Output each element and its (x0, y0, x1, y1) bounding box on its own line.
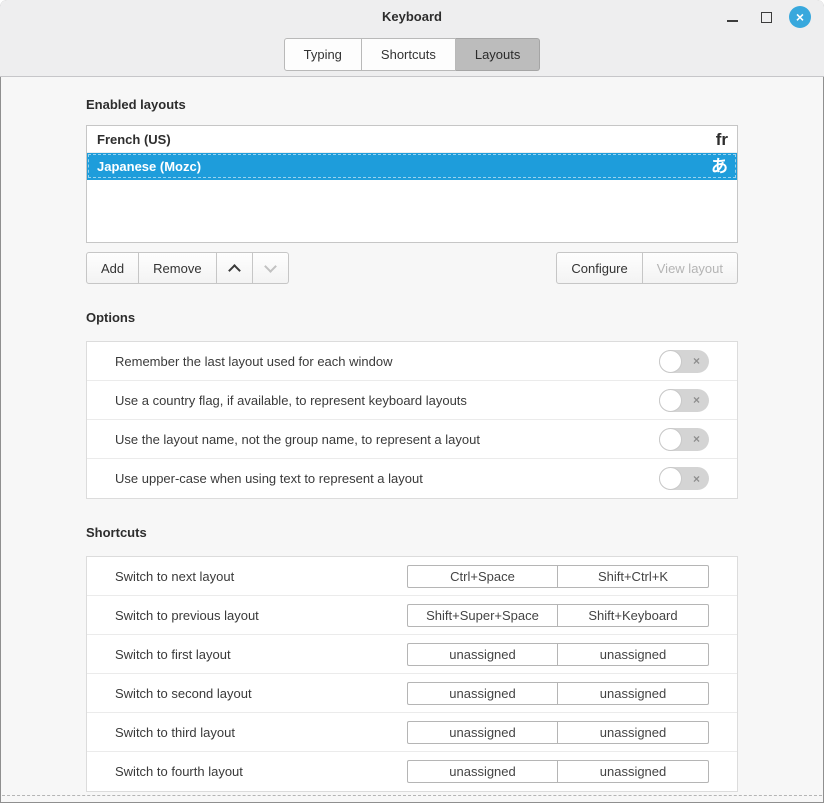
view-layout-button[interactable]: View layout (643, 252, 738, 284)
layouts-page: Enabled layouts French (US) fr Japanese … (0, 77, 824, 792)
layout-list-toolbar: Add Remove Configure View layout (86, 252, 738, 284)
shortcut-label: Switch to previous layout (115, 608, 259, 623)
toggle-country-flag[interactable]: × (659, 389, 709, 412)
keybinding-button-2[interactable]: unassigned (558, 682, 709, 705)
titlebar[interactable]: Keyboard × (0, 0, 824, 33)
keybinding-pair: unassigned unassigned (407, 643, 709, 666)
toggle-off-icon: × (693, 433, 700, 445)
shortcut-row-second-layout: Switch to second layout unassigned unass… (87, 674, 737, 713)
toggle-off-icon: × (693, 394, 700, 406)
option-label: Use the layout name, not the group name,… (115, 432, 480, 447)
shortcuts-heading: Shortcuts (86, 525, 738, 543)
shortcut-row-third-layout: Switch to third layout unassigned unassi… (87, 713, 737, 752)
option-row-country-flag: Use a country flag, if available, to rep… (87, 381, 737, 420)
layout-name: French (US) (97, 132, 171, 147)
minimize-button[interactable] (720, 5, 744, 29)
toggle-remember-layout[interactable]: × (659, 350, 709, 373)
chevron-up-icon (228, 264, 241, 277)
bottom-dashed-border (2, 795, 822, 796)
tab-layouts[interactable]: Layouts (456, 38, 541, 71)
tab-shortcuts[interactable]: Shortcuts (362, 38, 456, 71)
option-label: Use a country flag, if available, to rep… (115, 393, 467, 408)
option-row-layout-name: Use the layout name, not the group name,… (87, 420, 737, 459)
layout-row-french[interactable]: French (US) fr (87, 126, 737, 153)
keybinding-pair: unassigned unassigned (407, 682, 709, 705)
layout-indicator-icon: fr (716, 131, 728, 148)
keybinding-button-1[interactable]: unassigned (407, 643, 558, 666)
toggle-knob (659, 428, 682, 451)
keybinding-button-1[interactable]: unassigned (407, 721, 558, 744)
options-heading: Options (86, 310, 738, 328)
keybinding-button-2[interactable]: unassigned (558, 643, 709, 666)
keybinding-pair: unassigned unassigned (407, 760, 709, 783)
layout-indicator-icon: あ (711, 158, 728, 175)
keybinding-button-1[interactable]: unassigned (407, 682, 558, 705)
keybinding-pair: unassigned unassigned (407, 721, 709, 744)
layout-action-button-group: Configure View layout (556, 252, 738, 284)
keyboard-settings-window: Keyboard × Typing Shortcuts Layouts Enab… (0, 0, 824, 803)
window-header: Keyboard × Typing Shortcuts Layouts (0, 0, 824, 77)
enabled-layouts-heading: Enabled layouts (86, 97, 738, 115)
keybinding-button-2[interactable]: Shift+Keyboard (558, 604, 709, 627)
layout-row-japanese[interactable]: Japanese (Mozc) あ (87, 153, 737, 180)
shortcut-label: Switch to first layout (115, 647, 231, 662)
keybinding-pair: Shift+Super+Space Shift+Keyboard (407, 604, 709, 627)
chevron-down-icon (264, 260, 277, 273)
option-row-upper-case: Use upper-case when using text to repres… (87, 459, 737, 498)
toggle-off-icon: × (693, 355, 700, 367)
remove-layout-button[interactable]: Remove (139, 252, 216, 284)
keybinding-button-1[interactable]: Shift+Super+Space (407, 604, 558, 627)
window-title: Keyboard (0, 9, 824, 24)
keybinding-button-2[interactable]: unassigned (558, 760, 709, 783)
keybinding-button-2[interactable]: Shift+Ctrl+K (558, 565, 709, 588)
configure-button[interactable]: Configure (556, 252, 642, 284)
shortcut-label: Switch to fourth layout (115, 764, 243, 779)
shortcut-label: Switch to next layout (115, 569, 234, 584)
maximize-icon (761, 12, 772, 23)
maximize-button[interactable] (754, 5, 778, 29)
layout-name: Japanese (Mozc) (97, 159, 201, 174)
keybinding-button-1[interactable]: unassigned (407, 760, 558, 783)
window-controls: × (720, 5, 812, 29)
close-button[interactable]: × (788, 5, 812, 29)
keybinding-button-1[interactable]: Ctrl+Space (407, 565, 558, 588)
toggle-off-icon: × (693, 473, 700, 485)
shortcut-row-first-layout: Switch to first layout unassigned unassi… (87, 635, 737, 674)
option-label: Use upper-case when using text to repres… (115, 471, 423, 486)
shortcut-row-fourth-layout: Switch to fourth layout unassigned unass… (87, 752, 737, 791)
move-up-button[interactable] (217, 252, 253, 284)
toggle-knob (659, 467, 682, 490)
keybinding-pair: Ctrl+Space Shift+Ctrl+K (407, 565, 709, 588)
tab-typing[interactable]: Typing (284, 38, 362, 71)
tab-bar: Typing Shortcuts Layouts (0, 38, 824, 71)
move-down-button[interactable] (253, 252, 289, 284)
shortcut-row-next-layout: Switch to next layout Ctrl+Space Shift+C… (87, 557, 737, 596)
shortcut-label: Switch to third layout (115, 725, 235, 740)
add-layout-button[interactable]: Add (86, 252, 139, 284)
toggle-knob (659, 389, 682, 412)
minimize-icon (727, 20, 738, 22)
toggle-knob (659, 350, 682, 373)
shortcut-label: Switch to second layout (115, 686, 252, 701)
toggle-layout-name[interactable]: × (659, 428, 709, 451)
options-box: Remember the last layout used for each w… (86, 341, 738, 499)
layout-list[interactable]: French (US) fr Japanese (Mozc) あ (86, 125, 738, 243)
keybinding-button-2[interactable]: unassigned (558, 721, 709, 744)
layout-edit-button-group: Add Remove (86, 252, 289, 284)
toggle-upper-case[interactable]: × (659, 467, 709, 490)
shortcut-row-previous-layout: Switch to previous layout Shift+Super+Sp… (87, 596, 737, 635)
close-icon: × (789, 6, 811, 28)
option-row-remember-layout: Remember the last layout used for each w… (87, 342, 737, 381)
shortcuts-box: Switch to next layout Ctrl+Space Shift+C… (86, 556, 738, 792)
option-label: Remember the last layout used for each w… (115, 354, 392, 369)
